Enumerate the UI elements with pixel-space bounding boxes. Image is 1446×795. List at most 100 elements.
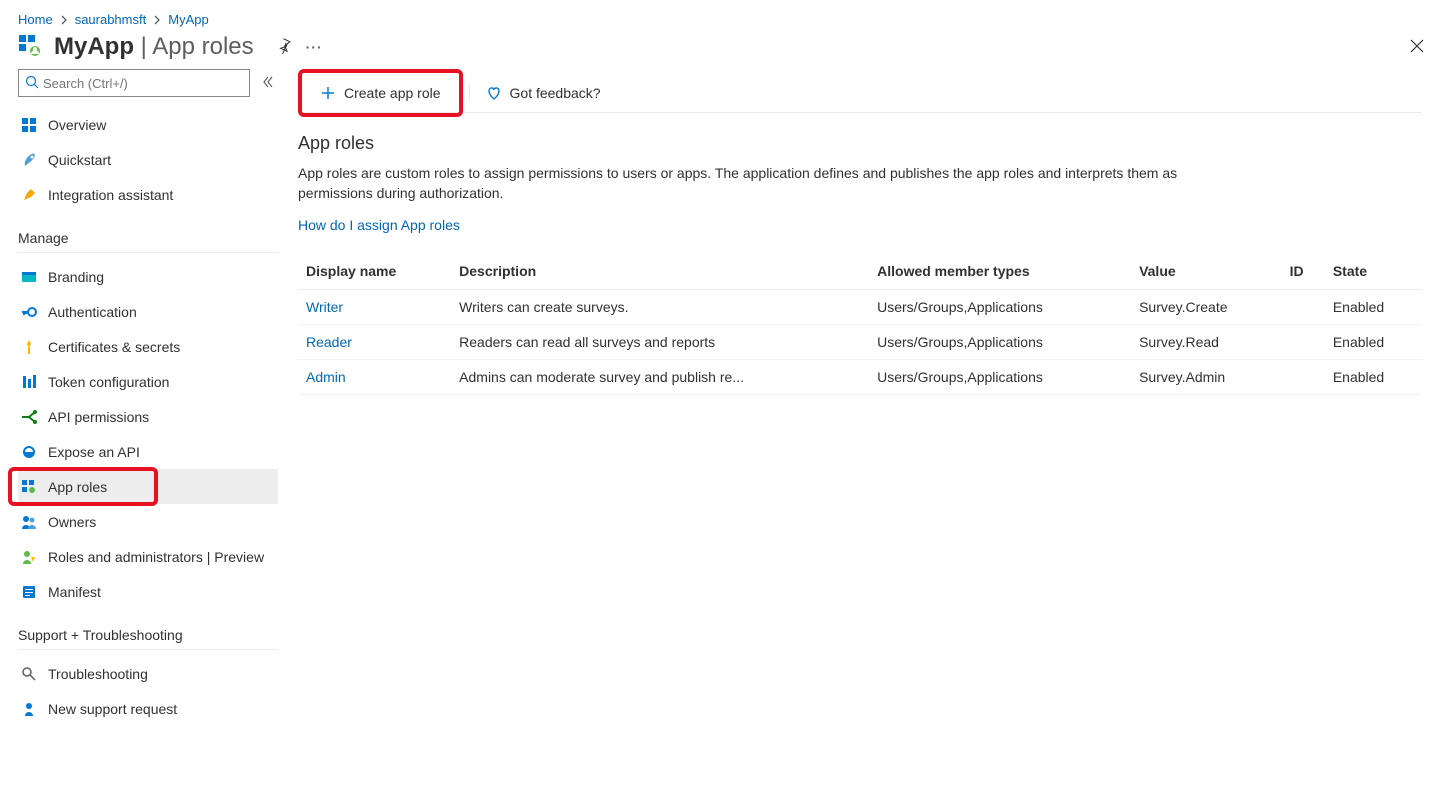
sidebar-item-label: New support request	[48, 701, 177, 717]
help-link[interactable]: How do I assign App roles	[298, 217, 460, 233]
expose-api-icon	[20, 443, 38, 461]
sidebar-item-quickstart[interactable]: Quickstart	[18, 142, 278, 177]
sidebar-item-label: Token configuration	[48, 374, 169, 390]
cell-value: Survey.Create	[1131, 290, 1282, 325]
search-input[interactable]	[39, 76, 243, 91]
support-icon	[20, 700, 38, 718]
col-desc[interactable]: Description	[451, 253, 869, 290]
cell-id	[1282, 290, 1325, 325]
sidebar-item-certificates[interactable]: Certificates & secrets	[18, 329, 278, 364]
cell-id	[1282, 360, 1325, 395]
table-header-row: Display name Description Allowed member …	[298, 253, 1422, 290]
title-app-name: MyApp	[54, 33, 134, 60]
sidebar-item-owners[interactable]: Owners	[18, 504, 278, 539]
toolbar: Create app role Got feedback?	[298, 73, 1422, 113]
search-box[interactable]	[18, 69, 250, 97]
sidebar-item-api-permissions[interactable]: API permissions	[18, 399, 278, 434]
sidebar-item-label: Expose an API	[48, 444, 140, 460]
close-icon[interactable]	[1410, 39, 1424, 56]
cell-value: Survey.Read	[1131, 325, 1282, 360]
table-row[interactable]: Admin Admins can moderate survey and publ…	[298, 360, 1422, 395]
quickstart-icon	[20, 151, 38, 169]
api-permissions-icon	[20, 408, 38, 426]
chevron-right-icon	[152, 15, 162, 25]
col-name[interactable]: Display name	[298, 253, 451, 290]
section-support: Support + Troubleshooting	[18, 609, 278, 650]
sidebar-item-label: Certificates & secrets	[48, 339, 180, 355]
cell-value: Survey.Admin	[1131, 360, 1282, 395]
sidebar-item-label: Branding	[48, 269, 104, 285]
sidebar-item-authentication[interactable]: Authentication	[18, 294, 278, 329]
search-icon	[25, 75, 39, 92]
sidebar-item-label: Troubleshooting	[48, 666, 148, 682]
sidebar-item-label: Integration assistant	[48, 187, 173, 203]
section-manage: Manage	[18, 212, 278, 253]
app-roles-icon	[20, 478, 38, 496]
role-link[interactable]: Writer	[306, 299, 343, 315]
role-link[interactable]: Admin	[306, 369, 346, 385]
cell-id	[1282, 325, 1325, 360]
table-row[interactable]: WriterWriters can create surveys.Users/G…	[298, 290, 1422, 325]
app-roles-table: Display name Description Allowed member …	[298, 253, 1422, 395]
cell-desc: Writers can create surveys.	[451, 290, 869, 325]
col-types[interactable]: Allowed member types	[869, 253, 1131, 290]
breadcrumb: Home saurabhmsft MyApp	[0, 0, 1446, 27]
col-state[interactable]: State	[1325, 253, 1422, 290]
cell-name: Reader	[298, 325, 451, 360]
cell-name: Admin	[298, 360, 451, 395]
plus-icon	[320, 85, 336, 101]
token-icon	[20, 373, 38, 391]
role-link[interactable]: Reader	[306, 334, 352, 350]
sidebar-item-overview[interactable]: Overview	[18, 107, 278, 142]
sidebar-item-integration-assistant[interactable]: Integration assistant	[18, 177, 278, 212]
sidebar-item-token-config[interactable]: Token configuration	[18, 364, 278, 399]
sidebar-item-roles-admins[interactable]: Roles and administrators | Preview	[18, 539, 278, 574]
sidebar-item-expose-api[interactable]: Expose an API	[18, 434, 278, 469]
content-heading: App roles	[298, 133, 1422, 154]
sidebar-item-label: Overview	[48, 117, 106, 133]
collapse-sidebar-icon[interactable]	[258, 75, 278, 91]
roles-admin-icon	[20, 548, 38, 566]
cell-types: Users/Groups,Applications	[869, 360, 1131, 395]
content-description: App roles are custom roles to assign per…	[298, 164, 1178, 203]
sidebar-item-label: API permissions	[48, 409, 149, 425]
breadcrumb-last[interactable]: MyApp	[168, 12, 208, 27]
pin-icon[interactable]	[276, 38, 292, 57]
cell-desc: Readers can read all surveys and reports	[451, 325, 869, 360]
col-id[interactable]: ID	[1282, 253, 1325, 290]
troubleshooting-icon	[20, 665, 38, 683]
table-row[interactable]: Reader Readers can read all surveys and r…	[298, 325, 1422, 360]
main-content: Create app role Got feedback? App roles …	[288, 69, 1446, 726]
sidebar-item-app-roles[interactable]: App roles	[18, 469, 278, 504]
branding-icon	[20, 268, 38, 286]
sidebar-item-manifest[interactable]: Manifest	[18, 574, 278, 609]
col-value[interactable]: Value	[1131, 253, 1282, 290]
app-registration-icon	[18, 34, 44, 60]
sidebar-item-new-support[interactable]: New support request	[18, 691, 278, 726]
sidebar-item-branding[interactable]: Branding	[18, 259, 278, 294]
more-icon[interactable]: ···	[306, 39, 323, 55]
cell-types: Users/Groups,Applications	[869, 325, 1131, 360]
cell-state: Enabled	[1325, 325, 1422, 360]
create-app-role-button[interactable]: Create app role	[306, 77, 455, 109]
breadcrumb-mid[interactable]: saurabhmsft	[75, 12, 147, 27]
chevron-right-icon	[59, 15, 69, 25]
separator	[469, 84, 470, 102]
title-bar: MyApp | App roles ···	[0, 27, 1446, 69]
cell-state: Enabled	[1325, 360, 1422, 395]
sidebar-item-label: Owners	[48, 514, 96, 530]
sidebar: Overview Quickstart Integration assistan…	[0, 69, 288, 726]
authentication-icon	[20, 303, 38, 321]
cell-desc: Admins can moderate survey and publish r…	[451, 360, 869, 395]
sidebar-item-label: Authentication	[48, 304, 137, 320]
owners-icon	[20, 513, 38, 531]
rocket-icon	[20, 186, 38, 204]
page-title: MyApp | App roles	[54, 33, 254, 61]
got-feedback-button[interactable]: Got feedback?	[472, 77, 615, 109]
breadcrumb-home[interactable]: Home	[18, 12, 53, 27]
sidebar-item-troubleshooting[interactable]: Troubleshooting	[18, 656, 278, 691]
cell-name: Writer	[298, 290, 451, 325]
manifest-icon	[20, 583, 38, 601]
sidebar-item-label: App roles	[48, 479, 107, 495]
button-label: Create app role	[344, 85, 441, 101]
